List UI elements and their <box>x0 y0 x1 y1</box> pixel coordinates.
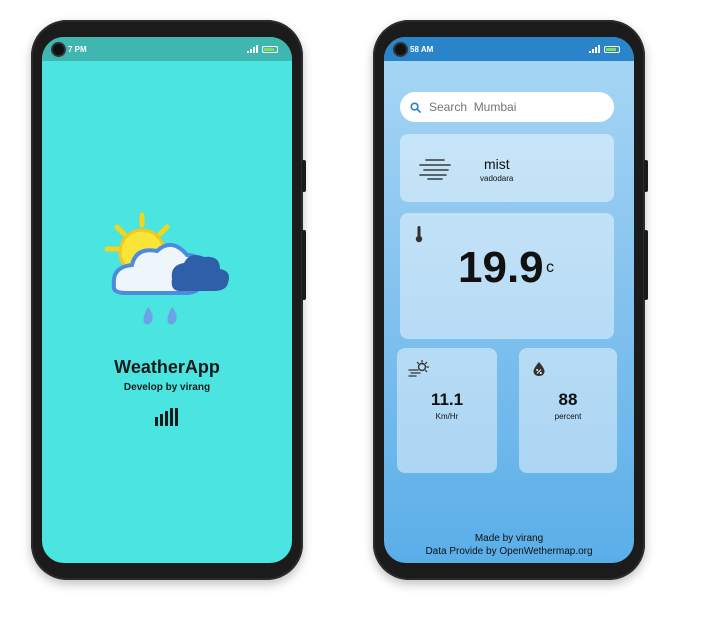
search-icon[interactable] <box>410 101 421 113</box>
humidity-icon <box>533 362 545 376</box>
footer-made-by: Made by virang <box>474 533 544 544</box>
humidity-card: 88 percent <box>519 348 617 473</box>
front-camera <box>393 42 408 57</box>
right-phone: 58 AM mis <box>373 20 648 580</box>
front-camera <box>51 42 66 57</box>
condition-label: mist <box>484 156 510 172</box>
signal-icon <box>247 45 258 53</box>
splash-screen: 7 PM WeatherApp Develop by virang <box>42 37 292 563</box>
battery-icon <box>604 45 620 53</box>
volume-button <box>644 160 648 192</box>
weather-screen: 58 AM mis <box>384 37 634 563</box>
status-bar: 7 PM <box>42 37 292 61</box>
wind-icon <box>408 360 430 377</box>
status-time: 58 AM <box>410 44 434 54</box>
power-button <box>302 230 306 300</box>
power-button <box>644 230 648 300</box>
weather-logo-icon <box>104 212 229 325</box>
footer-data-provider: Data Provide by OpenWethermap.org <box>425 546 593 557</box>
search-input[interactable] <box>427 99 601 115</box>
mist-icon <box>419 159 451 180</box>
wind-unit: Km/Hr <box>435 412 459 421</box>
loader-icon <box>155 408 178 426</box>
wind-card: 11.1 Km/Hr <box>397 348 497 473</box>
app-subtitle: Develop by virang <box>123 382 211 393</box>
temperature-value: 19.9 <box>458 243 544 292</box>
condition-card: mist vadodara <box>400 134 614 202</box>
left-phone: 7 PM WeatherApp Develop by virang <box>31 20 306 580</box>
status-bar: 58 AM <box>384 37 634 61</box>
humidity-value: 88 <box>558 390 578 409</box>
wind-value: 11.1 <box>430 390 464 409</box>
volume-button <box>302 160 306 192</box>
city-label: vadodara <box>480 174 514 183</box>
thermometer-icon <box>415 226 423 243</box>
search-bar[interactable] <box>400 92 614 122</box>
temperature-card: 19.9 c <box>400 213 614 339</box>
signal-icon <box>589 45 600 53</box>
app-title: WeatherApp <box>114 357 220 377</box>
humidity-unit: percent <box>554 412 582 421</box>
status-time: 7 PM <box>68 44 87 54</box>
temperature-unit: c <box>546 259 554 276</box>
battery-icon <box>262 45 278 53</box>
